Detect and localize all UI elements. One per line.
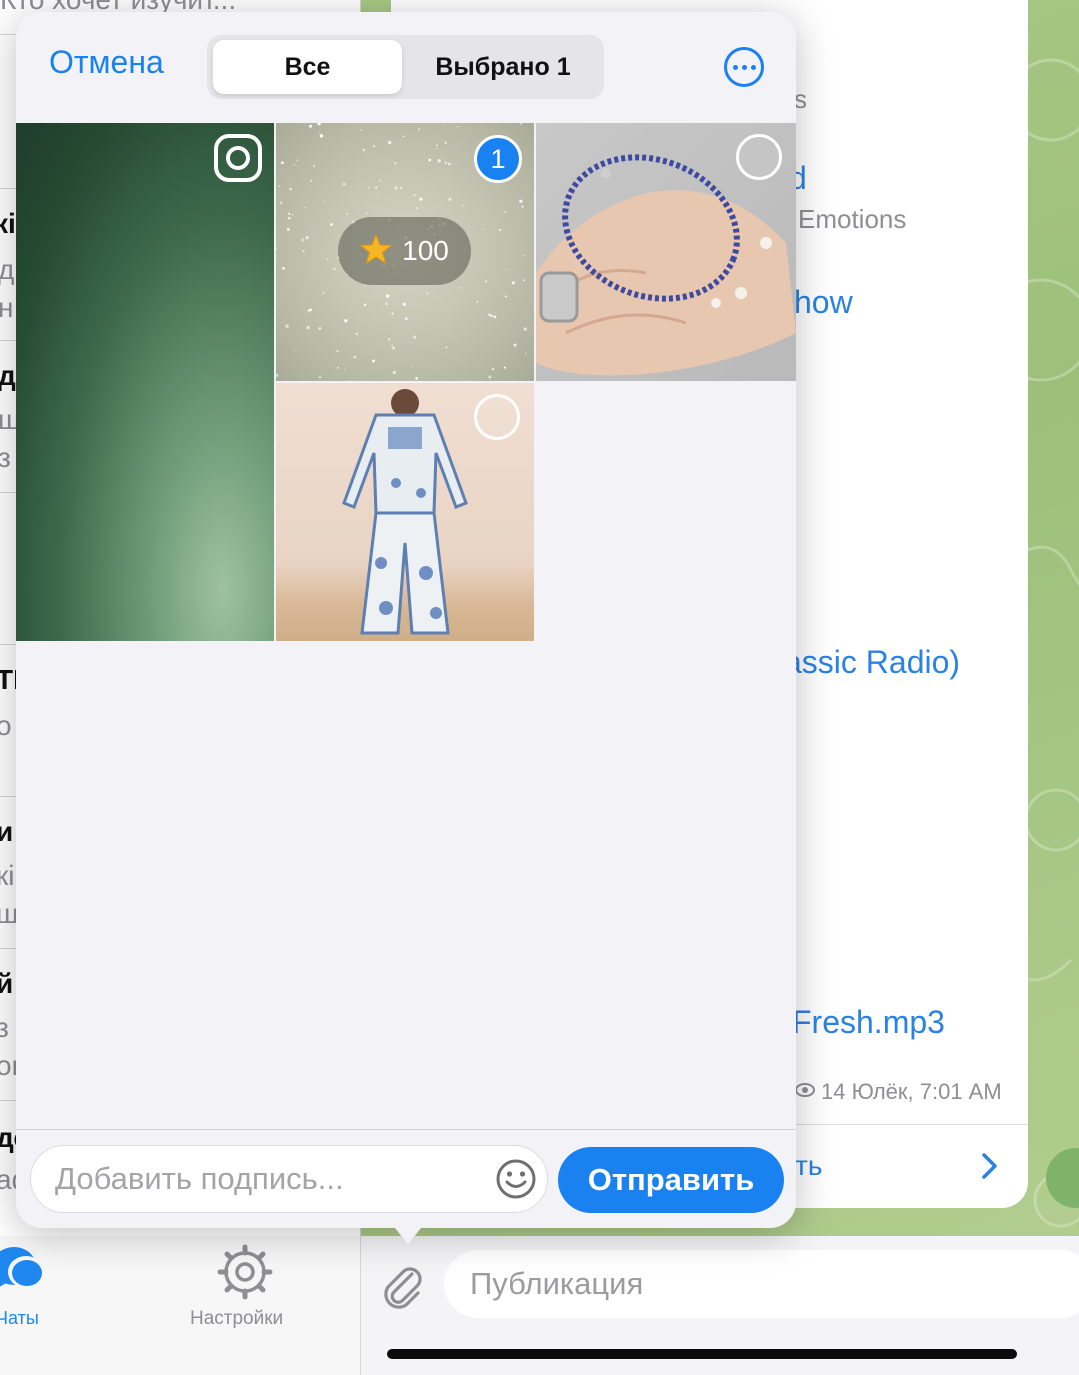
chat-preview-fragment: н xyxy=(0,292,14,323)
message-timestamp: 14 Юлёк, 7:01 AM xyxy=(821,1079,1002,1104)
caption-input[interactable] xyxy=(30,1145,548,1213)
chat-preview-fragment: о xyxy=(0,710,12,741)
selection-circle[interactable] xyxy=(736,134,782,180)
instagram-icon xyxy=(213,133,263,183)
card-footer-link[interactable]: ть xyxy=(795,1150,822,1182)
info-link-fragment[interactable]: how xyxy=(794,284,853,321)
chat-preview-fragment: з xyxy=(0,1012,9,1043)
settings-gear-icon[interactable] xyxy=(217,1244,273,1300)
star-icon xyxy=(359,233,393,270)
divider xyxy=(795,1124,1028,1125)
emoji-icon[interactable] xyxy=(494,1157,538,1201)
media-thumbnail[interactable] xyxy=(16,123,274,641)
chats-icon[interactable] xyxy=(0,1244,48,1296)
chat-name-fragment[interactable]: и xyxy=(0,816,13,848)
popover-arrow xyxy=(390,1222,426,1244)
stars-price-badge: 100 xyxy=(338,217,471,285)
cancel-button[interactable]: Отмена xyxy=(49,44,164,81)
tab-bar xyxy=(0,1236,360,1375)
divider xyxy=(16,1129,796,1130)
paperclip-icon[interactable] xyxy=(378,1260,428,1310)
chat-preview-fragment: кі xyxy=(0,860,15,891)
chat-name-fragment[interactable]: кі xyxy=(0,208,16,240)
stars-price-value: 100 xyxy=(402,235,449,266)
segment-all[interactable]: Все xyxy=(213,40,402,94)
selection-badge-selected[interactable]: 1 xyxy=(474,135,522,183)
segment-selected[interactable]: Выбрано 1 xyxy=(404,40,602,94)
chat-name-fragment[interactable]: д xyxy=(0,360,16,392)
eye-icon xyxy=(795,1082,815,1098)
selection-circle[interactable] xyxy=(474,394,520,440)
info-fragment: Emotions xyxy=(798,204,907,234)
message-input[interactable] xyxy=(444,1250,1079,1318)
chat-preview-fragment: з xyxy=(0,442,11,473)
chat-preview-fragment: д xyxy=(0,254,15,285)
info-link-fragment[interactable]: assic Radio) xyxy=(784,644,960,681)
tab-chats-label[interactable]: Чаты xyxy=(0,1308,39,1329)
chat-name-fragment[interactable]: й xyxy=(0,968,13,1000)
tab-settings-label[interactable]: Настройки xyxy=(190,1308,283,1330)
more-options-icon[interactable] xyxy=(724,47,764,87)
home-indicator xyxy=(387,1349,1017,1359)
send-button[interactable]: Отправить xyxy=(558,1147,784,1213)
audio-file-link[interactable]: Fresh.mp3 xyxy=(792,1004,945,1041)
chevron-right-icon[interactable] xyxy=(979,1152,1001,1180)
